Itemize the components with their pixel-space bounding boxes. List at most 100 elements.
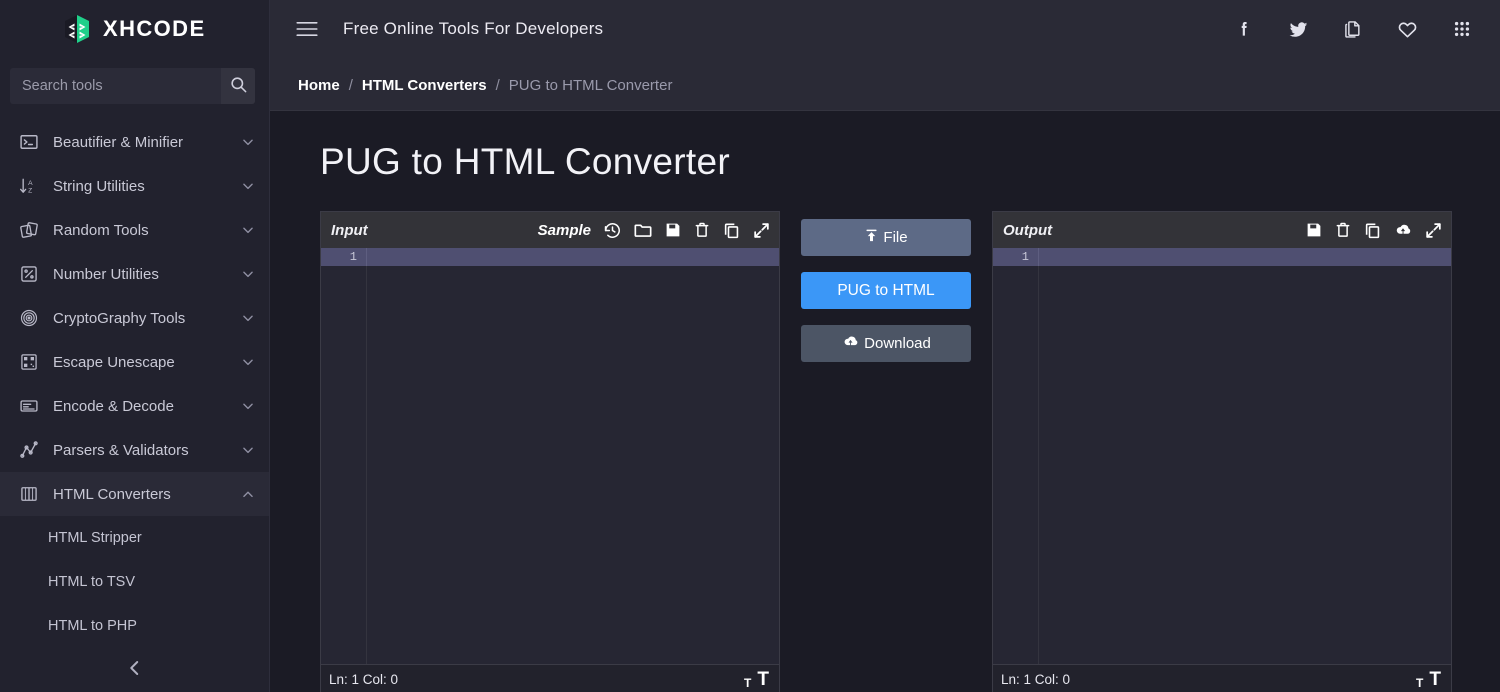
input-panel-header: Input Sample bbox=[321, 212, 779, 248]
sidebar-item-string-utilities[interactable]: A Z String Utilities bbox=[0, 164, 269, 208]
chevron-down-icon bbox=[241, 355, 255, 369]
sidebar-item-label: Encode & Decode bbox=[53, 398, 227, 415]
sidebar-item-beautifier-minifier[interactable]: Beautifier & Minifier bbox=[0, 120, 269, 164]
sidebar-nav: Beautifier & Minifier A Z String Utiliti… bbox=[0, 118, 269, 692]
input-toolbar bbox=[603, 220, 771, 240]
expand-icon[interactable] bbox=[1424, 221, 1443, 240]
sidebar-item-label: Random Tools bbox=[53, 222, 227, 239]
action-buttons: File PUG to HTML Download bbox=[801, 211, 971, 692]
sidebar-item-label: Parsers & Validators bbox=[53, 442, 227, 459]
increase-font-button[interactable]: T bbox=[757, 670, 769, 689]
input-code-line[interactable] bbox=[367, 248, 779, 266]
keyboard-icon bbox=[18, 396, 39, 417]
twitter-icon[interactable] bbox=[1288, 19, 1309, 40]
sidebar-item-label: HTML Converters bbox=[53, 486, 227, 503]
output-cursor-position: Ln: 1 Col: 0 bbox=[1001, 672, 1416, 687]
sidebar-subitem-html-to-tsv[interactable]: HTML to TSV bbox=[0, 560, 269, 604]
sidebar: XHCODE Beautifier & Minifier bbox=[0, 0, 270, 692]
breadcrumb: Home / HTML Converters / PUG to HTML Con… bbox=[270, 58, 1500, 111]
main-area: Free Online Tools For Developers bbox=[270, 0, 1500, 692]
output-code-line[interactable] bbox=[1039, 248, 1451, 266]
search-box bbox=[10, 68, 255, 104]
number-square-icon bbox=[18, 264, 39, 285]
expand-icon[interactable] bbox=[752, 221, 771, 240]
input-active-line: 1 bbox=[321, 248, 779, 266]
sidebar-subitem-html-to-php[interactable]: HTML to PHP bbox=[0, 604, 269, 648]
output-font-size-controls: T T bbox=[1416, 670, 1441, 689]
save-icon[interactable] bbox=[1305, 221, 1323, 239]
trash-icon[interactable] bbox=[1334, 221, 1352, 239]
converter-workbench: Input Sample bbox=[270, 211, 1500, 692]
topbar-icon-group bbox=[1234, 19, 1472, 40]
sort-alpha-icon: A Z bbox=[18, 176, 39, 197]
svg-text:Z: Z bbox=[28, 188, 32, 195]
chevron-down-icon bbox=[241, 443, 255, 457]
copy-pages-icon[interactable] bbox=[1343, 19, 1363, 39]
svg-text:A: A bbox=[28, 180, 33, 187]
terminal-icon bbox=[18, 132, 39, 153]
save-icon[interactable] bbox=[664, 221, 682, 239]
input-cursor-position: Ln: 1 Col: 0 bbox=[329, 672, 744, 687]
sidebar-item-cryptography-tools[interactable]: CryptoGraphy Tools bbox=[0, 296, 269, 340]
facebook-icon[interactable] bbox=[1234, 19, 1254, 39]
sample-button[interactable]: Sample bbox=[538, 222, 591, 239]
sidebar-item-parsers-validators[interactable]: Parsers & Validators bbox=[0, 428, 269, 472]
sidebar-item-label: CryptoGraphy Tools bbox=[53, 310, 227, 327]
topbar: Free Online Tools For Developers bbox=[270, 0, 1500, 58]
sidebar-item-number-utilities[interactable]: Number Utilities bbox=[0, 252, 269, 296]
search-button[interactable] bbox=[221, 68, 255, 104]
heart-icon[interactable] bbox=[1397, 19, 1418, 40]
copy-icon[interactable] bbox=[722, 221, 741, 240]
brand-name: XHCODE bbox=[103, 16, 206, 42]
download-button-label: Download bbox=[864, 335, 931, 352]
shuffle-cards-icon bbox=[18, 220, 39, 241]
history-icon[interactable] bbox=[603, 221, 622, 240]
sidebar-subitem-html-stripper[interactable]: HTML Stripper bbox=[0, 516, 269, 560]
cloud-download-icon bbox=[841, 332, 860, 355]
page-title: PUG to HTML Converter bbox=[270, 141, 1500, 183]
output-toolbar bbox=[1305, 220, 1443, 240]
brand[interactable]: XHCODE bbox=[0, 0, 269, 58]
decrease-font-button[interactable]: T bbox=[744, 677, 751, 689]
input-gutter-rail bbox=[321, 266, 367, 664]
input-font-size-controls: T T bbox=[744, 670, 769, 689]
sidebar-item-random-tools[interactable]: Random Tools bbox=[0, 208, 269, 252]
output-gutter-rail bbox=[993, 266, 1039, 664]
input-editor[interactable]: 1 bbox=[321, 248, 779, 664]
output-panel-header: Output bbox=[993, 212, 1451, 248]
apps-grid-icon[interactable] bbox=[1452, 19, 1472, 39]
sidebar-item-label: Beautifier & Minifier bbox=[53, 134, 227, 151]
breadcrumb-item-home[interactable]: Home bbox=[298, 77, 340, 94]
chevron-up-icon bbox=[241, 487, 255, 501]
xhcode-logo-icon bbox=[62, 14, 92, 44]
sidebar-item-label: Number Utilities bbox=[53, 266, 227, 283]
fingerprint-icon bbox=[18, 308, 39, 329]
topbar-title: Free Online Tools For Developers bbox=[343, 19, 603, 39]
breadcrumb-item-html-converters[interactable]: HTML Converters bbox=[362, 77, 487, 94]
sidebar-item-encode-decode[interactable]: Encode & Decode bbox=[0, 384, 269, 428]
input-panel-title: Input bbox=[331, 222, 538, 239]
sidebar-item-label: Escape Unescape bbox=[53, 354, 227, 371]
hamburger-icon[interactable] bbox=[296, 21, 318, 37]
trash-icon[interactable] bbox=[693, 221, 711, 239]
copy-icon[interactable] bbox=[1363, 221, 1382, 240]
cloud-download-icon[interactable] bbox=[1393, 220, 1413, 240]
search-input[interactable] bbox=[10, 68, 221, 104]
file-button[interactable]: File bbox=[801, 219, 971, 256]
output-editor[interactable]: 1 bbox=[993, 248, 1451, 664]
convert-button[interactable]: PUG to HTML bbox=[801, 272, 971, 309]
sidebar-collapse-button[interactable] bbox=[0, 659, 269, 682]
download-button[interactable]: Download bbox=[801, 325, 971, 362]
sidebar-item-html-converters[interactable]: HTML Converters bbox=[0, 472, 269, 516]
chevron-down-icon bbox=[241, 179, 255, 193]
increase-font-button[interactable]: T bbox=[1429, 670, 1441, 689]
folder-open-icon[interactable] bbox=[633, 220, 653, 240]
chevron-down-icon bbox=[241, 223, 255, 237]
sidebar-subitem-label: HTML to TSV bbox=[48, 574, 135, 590]
decrease-font-button[interactable]: T bbox=[1416, 677, 1423, 689]
sidebar-item-escape-unescape[interactable]: Escape Unescape bbox=[0, 340, 269, 384]
sidebar-item-label: String Utilities bbox=[53, 178, 227, 195]
page-content: PUG to HTML Converter Input Sample bbox=[270, 111, 1500, 692]
file-button-label: File bbox=[883, 229, 907, 246]
input-statusbar: Ln: 1 Col: 0 T T bbox=[321, 664, 779, 692]
